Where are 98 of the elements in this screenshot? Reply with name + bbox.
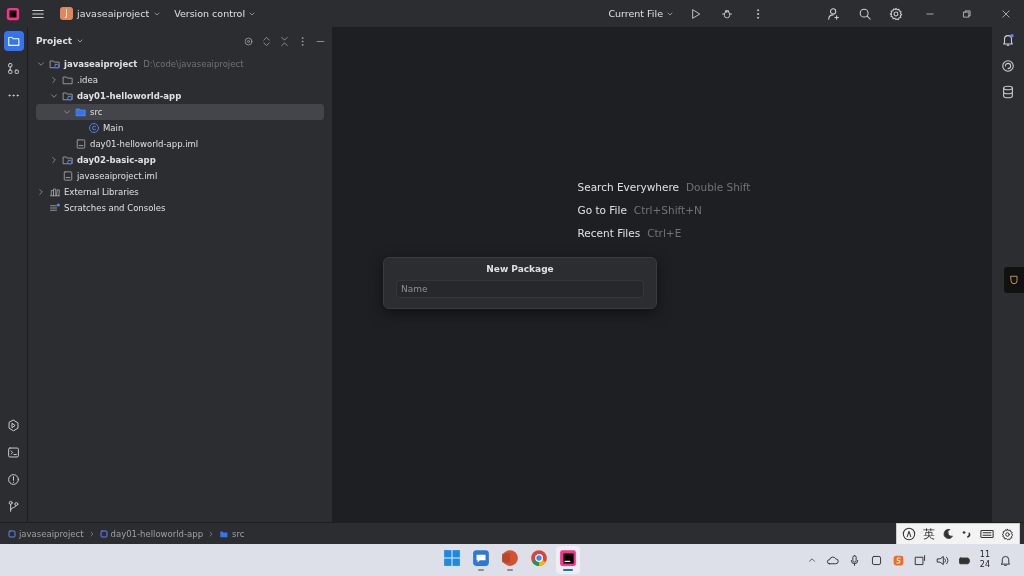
tree-item[interactable]: .idea xyxy=(36,72,324,88)
name-input-field[interactable]: Name xyxy=(396,280,644,298)
folder-icon xyxy=(75,106,87,118)
punctuation-icon[interactable] xyxy=(961,528,973,540)
moon-icon[interactable] xyxy=(942,528,954,540)
git-branch-icon[interactable] xyxy=(7,499,20,513)
chevron-right-icon[interactable] xyxy=(49,155,59,165)
chevron-down-icon xyxy=(76,37,85,45)
tree-item[interactable]: Main xyxy=(36,120,324,136)
run-configuration-selector[interactable]: Current File xyxy=(604,6,678,21)
chevron-right-icon[interactable] xyxy=(49,75,59,85)
add-user-icon[interactable] xyxy=(827,6,841,21)
slides-app-icon[interactable] xyxy=(501,549,519,567)
notifications-icon[interactable] xyxy=(1001,33,1015,47)
item-label: javaseaiproject.iml xyxy=(77,171,158,181)
input-method-logo-icon[interactable] xyxy=(902,527,916,541)
tree-item[interactable]: javaseaiproject D:\code\javaseaiproject xyxy=(36,56,324,72)
structure-icon[interactable] xyxy=(7,61,20,75)
project-badge: J xyxy=(60,7,73,20)
settings-icon[interactable] xyxy=(1001,527,1014,541)
file-icon xyxy=(75,138,87,150)
panel-title[interactable]: Project xyxy=(36,36,73,46)
item-label: External Libraries xyxy=(64,187,139,197)
item-label: day02-basic-app xyxy=(77,155,156,165)
breadcrumb-item[interactable]: javaseaiproject xyxy=(8,528,84,539)
running-indicator xyxy=(563,569,573,571)
expand-all-icon[interactable] xyxy=(261,35,272,47)
input-mode-toggle[interactable]: 英 xyxy=(923,525,935,543)
notifications-icon[interactable] xyxy=(999,553,1012,567)
item-path: D:\code\javaseaiproject xyxy=(143,59,244,69)
shortcut-hint: Ctrl+E xyxy=(647,226,682,239)
item-label: javaseaiproject xyxy=(64,59,138,69)
tree-item[interactable]: Scratches and Consoles xyxy=(36,200,324,216)
item-label: day01-helloworld-app.iml xyxy=(90,139,199,149)
module-icon xyxy=(99,529,108,538)
ai-assistant-icon[interactable] xyxy=(1001,59,1015,73)
tree-item[interactable]: day01-helloworld-app xyxy=(36,88,324,104)
tree-item[interactable]: javaseaiproject.iml xyxy=(36,168,324,184)
action-hint: Go to File xyxy=(577,203,627,216)
shortcut-hint: Ctrl+Shift+N xyxy=(633,203,702,216)
breadcrumb-item[interactable]: src xyxy=(219,528,245,539)
item-label: Main xyxy=(103,123,124,133)
dialog-title: New Package xyxy=(486,264,554,274)
clock[interactable]: 11 24 xyxy=(979,550,990,570)
module-icon xyxy=(8,529,16,538)
restore-icon[interactable] xyxy=(962,8,972,19)
item-label: .idea xyxy=(77,75,98,85)
ide-app-icon[interactable] xyxy=(559,549,577,567)
tray-app-icon[interactable] xyxy=(869,553,883,567)
action-hint: Search Everywhere xyxy=(577,180,679,193)
show-hidden-icons-icon[interactable] xyxy=(806,555,817,565)
module-folder-icon xyxy=(62,90,74,102)
volume-icon[interactable] xyxy=(935,553,949,567)
module-folder-icon xyxy=(62,154,74,166)
item-label: day01-helloworld-app xyxy=(77,91,182,101)
tree-item[interactable]: day02-basic-app xyxy=(36,152,324,168)
item-label: Scratches and Consoles xyxy=(64,203,166,213)
terminal-icon[interactable] xyxy=(7,445,20,459)
tree-item[interactable]: External Libraries xyxy=(36,184,324,200)
tree-item[interactable]: day01-helloworld-app.iml xyxy=(36,136,324,152)
version-control-menu[interactable]: Version control xyxy=(170,6,261,21)
search-icon[interactable] xyxy=(858,6,872,21)
input-method-tray-icon[interactable] xyxy=(891,553,905,567)
tree-item[interactable]: src xyxy=(36,104,324,120)
action-hint: Recent Files xyxy=(577,226,641,239)
cup-icon[interactable] xyxy=(1008,274,1020,286)
services-icon[interactable] xyxy=(7,418,20,432)
running-indicator xyxy=(478,569,484,571)
shortcut-hint: Double Shift xyxy=(686,180,751,193)
chevron-down-icon[interactable] xyxy=(36,59,46,69)
library-icon xyxy=(49,186,61,198)
locate-icon[interactable] xyxy=(243,35,254,47)
folder-icon xyxy=(62,74,74,86)
network-icon[interactable] xyxy=(913,553,927,567)
app-logo-icon[interactable] xyxy=(6,6,20,21)
collapse-all-icon[interactable] xyxy=(279,35,290,47)
debug-icon[interactable] xyxy=(721,7,733,20)
side-tab-button[interactable] xyxy=(1004,267,1024,293)
chevron-right-icon[interactable] xyxy=(36,187,46,197)
item-label: src xyxy=(90,107,103,117)
close-icon[interactable] xyxy=(1001,8,1011,19)
browser-app-icon[interactable] xyxy=(530,549,548,567)
cloud-icon[interactable] xyxy=(825,553,839,567)
module-folder-icon xyxy=(49,58,61,70)
database-icon[interactable] xyxy=(1001,85,1015,99)
problems-icon[interactable] xyxy=(7,472,20,486)
run-icon[interactable] xyxy=(690,7,702,20)
scratches-icon xyxy=(49,202,61,214)
project-name: javaseaiproject xyxy=(77,8,150,19)
chat-app-icon[interactable] xyxy=(472,549,490,567)
taskbar-button[interactable] xyxy=(556,546,580,574)
running-indicator xyxy=(507,569,513,571)
file-icon xyxy=(62,170,74,182)
breadcrumb-item[interactable]: day01-helloworld-app xyxy=(99,528,204,539)
keyboard-icon[interactable] xyxy=(980,527,994,541)
windows-start-icon[interactable] xyxy=(443,549,461,567)
project-selector[interactable]: J javaseaiproject xyxy=(56,5,166,22)
class-icon xyxy=(88,122,100,134)
